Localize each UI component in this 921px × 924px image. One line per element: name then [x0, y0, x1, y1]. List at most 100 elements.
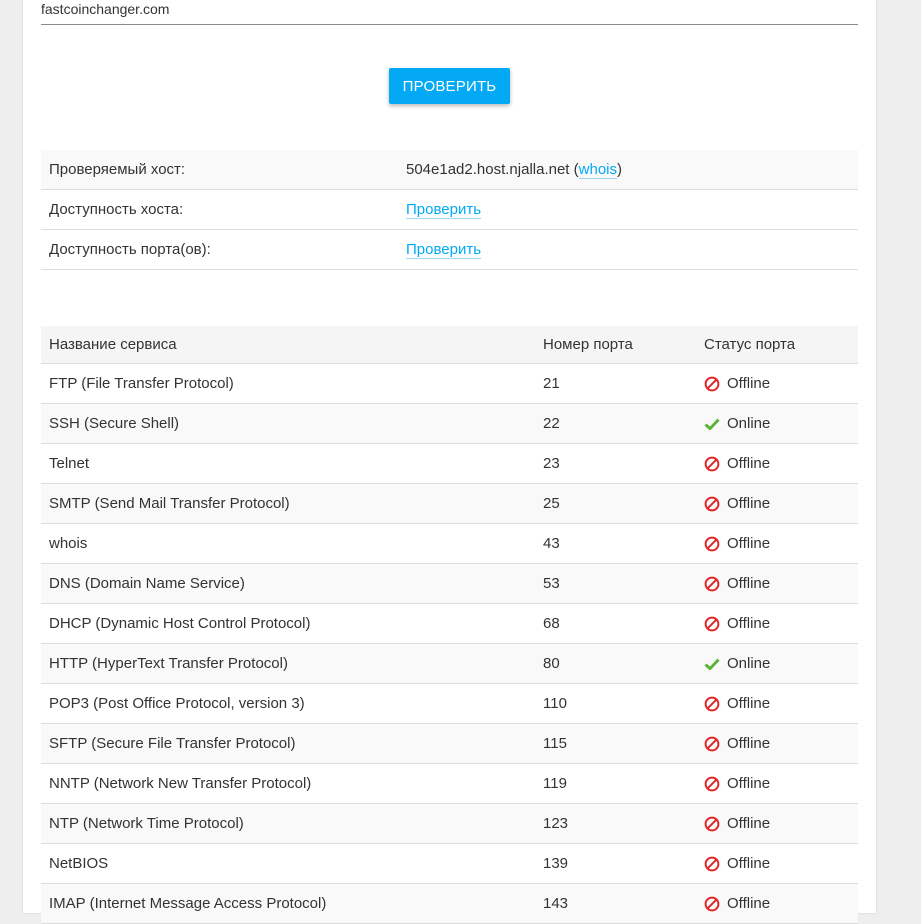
service-name: POP3 (Post Office Protocol, version 3) — [49, 695, 305, 712]
port-status: Offline — [704, 495, 858, 512]
port-status-label: Offline — [727, 735, 771, 752]
offline-icon — [704, 736, 720, 752]
offline-icon — [704, 776, 720, 792]
port-number: 119 — [543, 775, 567, 792]
whois-link[interactable]: whois — [578, 161, 618, 179]
port-number: 25 — [543, 495, 560, 512]
online-icon — [704, 416, 720, 432]
table-row: Telnet 23 Offline — [41, 444, 858, 484]
host-label: Проверяемый хост: — [49, 161, 186, 178]
host-input-value[interactable]: fastcoinchanger.com — [41, 0, 169, 18]
offline-icon — [704, 536, 720, 552]
host-info-table: Проверяемый хост: 504e1ad2.host.njalla.n… — [41, 150, 858, 270]
offline-icon — [704, 496, 720, 512]
table-row: SMTP (Send Mail Transfer Protocol) 25 Offl… — [41, 484, 858, 524]
table-row: NTP (Network Time Protocol) 123 Offline — [41, 804, 858, 844]
port-number: 139 — [543, 855, 569, 872]
ports-table-body: FTP (File Transfer Protocol) 21 Offline SSH… — [41, 364, 858, 924]
port-status-label: Offline — [727, 855, 771, 872]
port-status: Online — [704, 415, 858, 432]
table-row: NNTP (Network New Transfer Protocol) 119 O… — [41, 764, 858, 804]
port-number: 21 — [543, 375, 560, 392]
offline-icon — [704, 896, 720, 912]
ports-table-header: Название сервиса Номер порта Статус порт… — [41, 326, 858, 364]
ports-table: Название сервиса Номер порта Статус порт… — [41, 326, 858, 924]
port-status: Offline — [704, 575, 858, 592]
offline-icon — [704, 696, 720, 712]
port-status-label: Offline — [727, 815, 771, 832]
service-name: NetBIOS — [49, 855, 109, 872]
host-value-cell: 504e1ad2.host.njalla.net (whois) — [406, 161, 858, 179]
port-status-label: Offline — [727, 535, 771, 552]
service-name: DNS (Domain Name Service) — [49, 575, 245, 592]
port-status-label: Offline — [727, 695, 771, 712]
offline-icon — [704, 376, 720, 392]
port-status: Offline — [704, 695, 858, 712]
host-row: Проверяемый хост: 504e1ad2.host.njalla.n… — [41, 150, 858, 190]
port-number: 43 — [543, 535, 560, 552]
table-row: SFTP (Secure File Transfer Protocol) 115 O… — [41, 724, 858, 764]
port-status: Offline — [704, 735, 858, 752]
port-status: Offline — [704, 815, 858, 832]
header-port-status: Статус порта — [704, 336, 796, 353]
port-number: 110 — [543, 695, 567, 712]
table-row: DNS (Domain Name Service) 53 Offline — [41, 564, 858, 604]
service-name: HTTP (HyperText Transfer Protocol) — [49, 655, 288, 672]
table-row: NetBIOS 139 Offline — [41, 844, 858, 884]
port-number: 80 — [543, 655, 560, 672]
table-row: IMAP (Internet Message Access Protocol) 1… — [41, 884, 858, 924]
service-name: SFTP (Secure File Transfer Protocol) — [49, 735, 296, 752]
port-status: Offline — [704, 535, 858, 552]
port-status: Offline — [704, 775, 858, 792]
port-status: Online — [704, 655, 858, 672]
port-status-label: Offline — [727, 615, 771, 632]
port-status-label: Offline — [727, 575, 771, 592]
check-button[interactable]: ПРОВЕРИТЬ — [389, 68, 510, 104]
service-name: SSH (Secure Shell) — [49, 415, 180, 432]
service-name: Telnet — [49, 455, 90, 472]
header-port-number: Номер порта — [543, 336, 633, 353]
port-number: 68 — [543, 615, 560, 632]
offline-icon — [704, 456, 720, 472]
port-status-label: Online — [727, 655, 771, 672]
service-name: IMAP (Internet Message Access Protocol) — [49, 895, 327, 912]
table-row: POP3 (Post Office Protocol, version 3) 11… — [41, 684, 858, 724]
service-name: DHCP (Dynamic Host Control Protocol) — [49, 615, 311, 632]
port-status: Offline — [704, 455, 858, 472]
ports-check-link[interactable]: Проверить — [406, 241, 482, 259]
port-status-label: Offline — [727, 455, 771, 472]
paren-open: ( — [573, 161, 579, 178]
table-row: FTP (File Transfer Protocol) 21 Offline — [41, 364, 858, 404]
host-input[interactable]: fastcoinchanger.com — [41, 0, 858, 25]
table-row: SSH (Secure Shell) 22 Online — [41, 404, 858, 444]
availability-check-link[interactable]: Проверить — [406, 201, 482, 219]
offline-icon — [704, 816, 720, 832]
port-status-label: Offline — [727, 495, 771, 512]
ports-availability-label: Доступность порта(ов): — [49, 241, 211, 258]
port-number: 22 — [543, 415, 560, 432]
port-status: Offline — [704, 375, 858, 392]
port-number: 143 — [543, 895, 569, 912]
port-status: Offline — [704, 855, 858, 872]
service-name: whois — [49, 535, 88, 552]
service-name: FTP (File Transfer Protocol) — [49, 375, 234, 392]
availability-row: Доступность хоста: Проверить — [41, 190, 858, 230]
online-icon — [704, 656, 720, 672]
table-row: DHCP (Dynamic Host Control Protocol) 68 Of… — [41, 604, 858, 644]
port-status: Offline — [704, 895, 858, 912]
host-value: 504e1ad2.host.njalla.net — [406, 161, 570, 178]
port-status-label: Online — [727, 415, 771, 432]
offline-icon — [704, 576, 720, 592]
table-row: whois 43 Offline — [41, 524, 858, 564]
paren-close: ) — [617, 161, 623, 178]
port-status: Offline — [704, 615, 858, 632]
port-number: 23 — [543, 455, 560, 472]
port-status-label: Offline — [727, 375, 771, 392]
availability-label: Доступность хоста: — [49, 201, 184, 218]
header-service-name: Название сервиса — [49, 336, 177, 353]
service-name: NNTP (Network New Transfer Protocol) — [49, 775, 312, 792]
offline-icon — [704, 616, 720, 632]
port-number: 123 — [543, 815, 569, 832]
service-name: SMTP (Send Mail Transfer Protocol) — [49, 495, 290, 512]
port-status-label: Offline — [727, 775, 771, 792]
